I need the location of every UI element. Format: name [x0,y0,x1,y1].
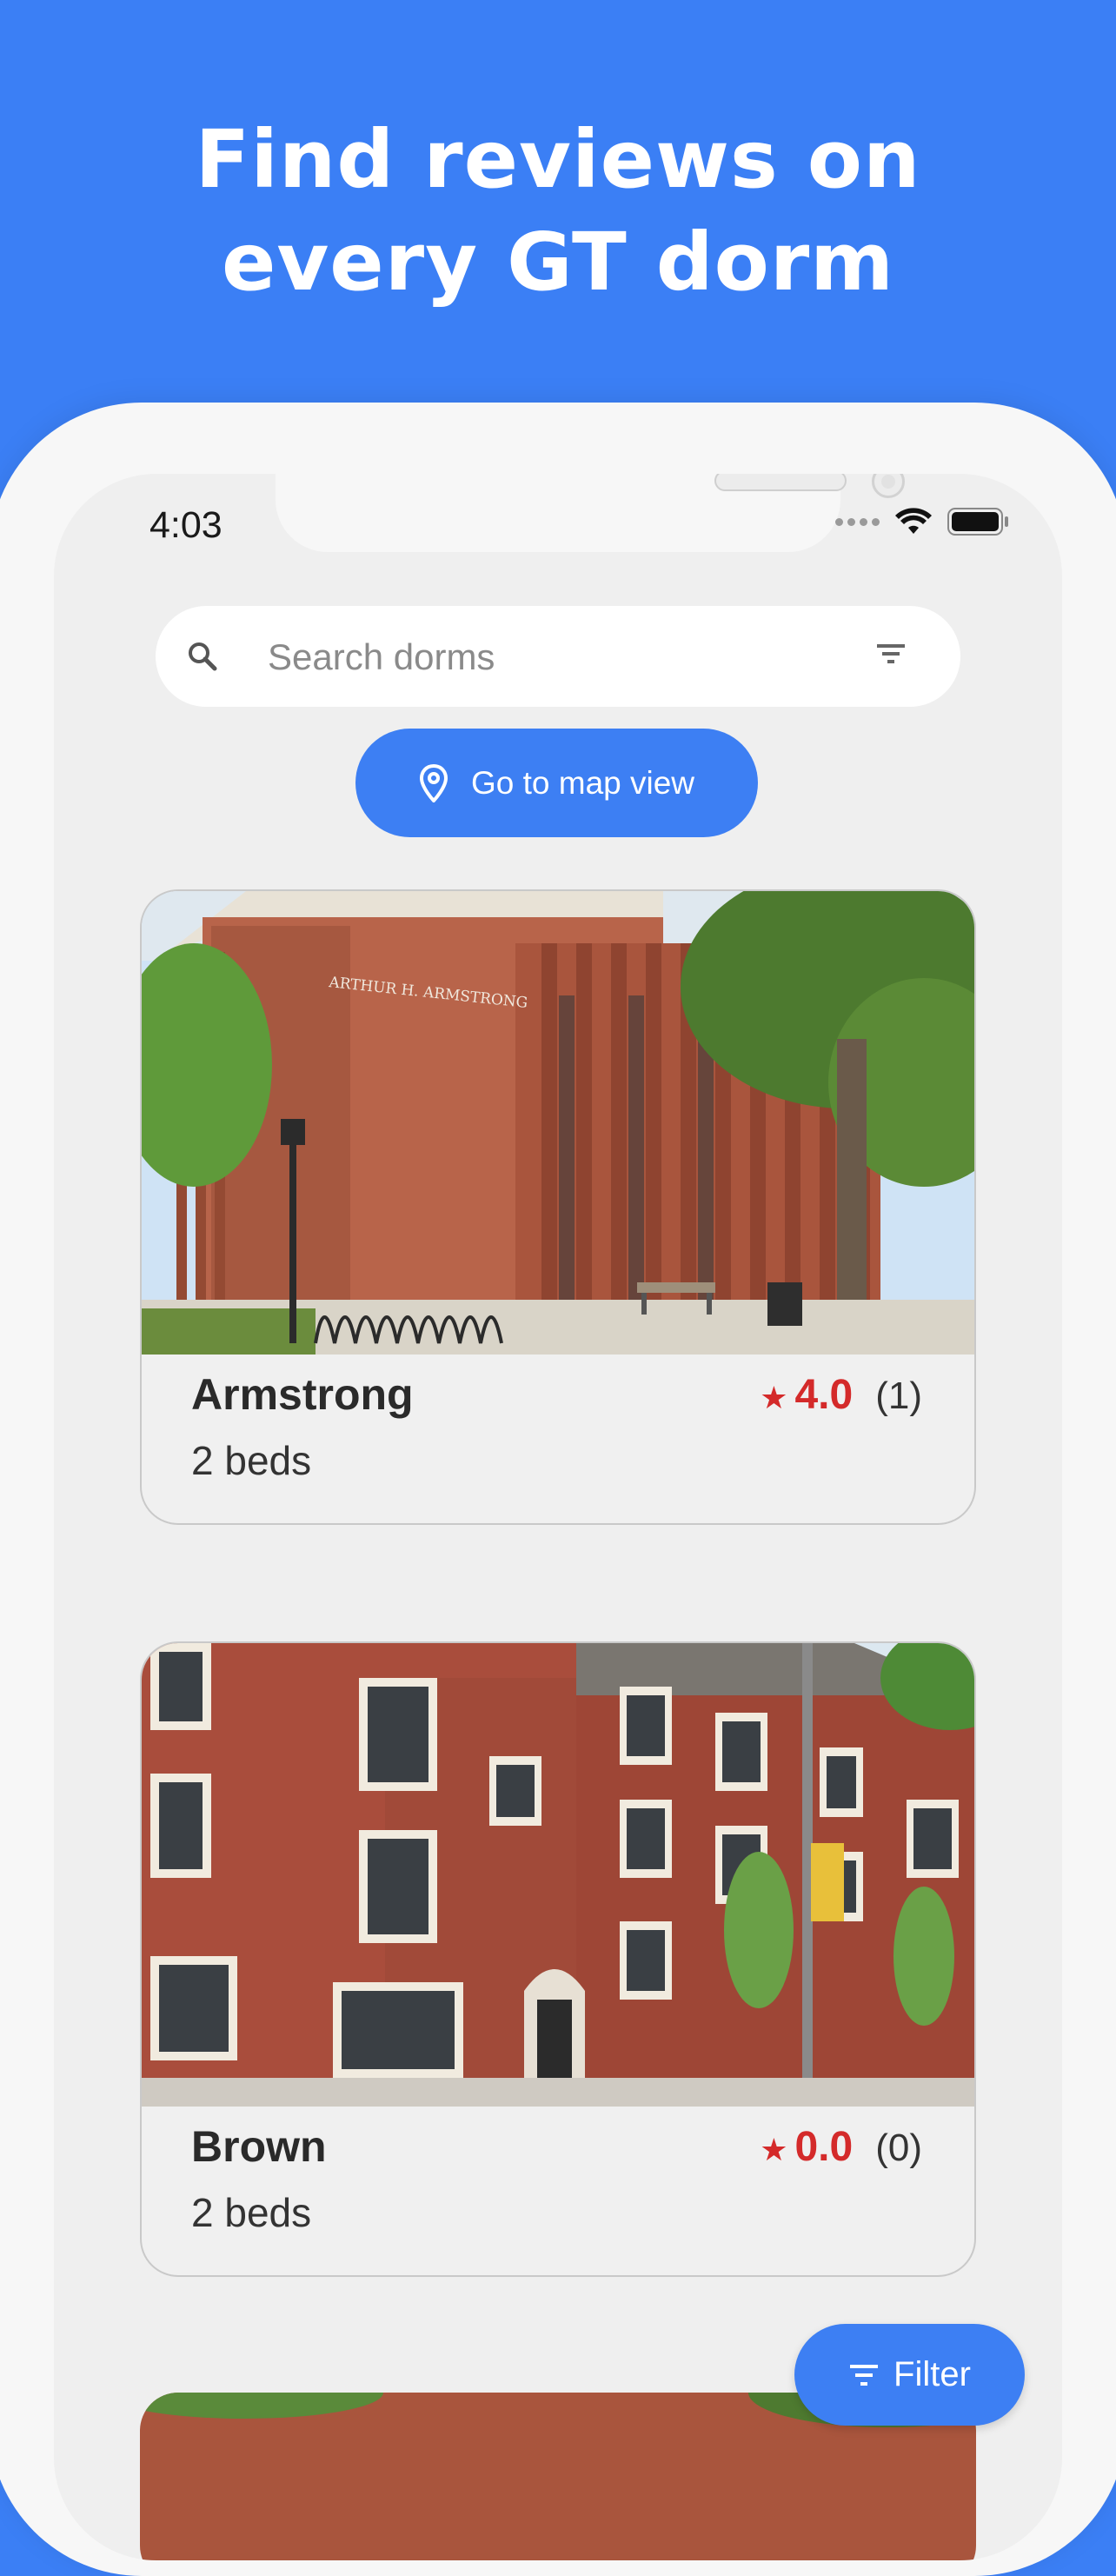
map-button-label: Go to map view [470,764,695,801]
dorm-photo-armstrong: ARTHUR H. ARMSTRONG [142,891,974,1355]
search-input[interactable] [266,629,834,686]
filter-button[interactable]: Filter [794,2324,1025,2426]
dorm-card-armstrong[interactable]: ARTHUR H. ARMSTRONG Armstrong ★ 4.0 (1) … [140,889,976,1525]
map-pin-icon [419,763,448,802]
headline-line-1: Find reviews on [195,113,921,206]
review-count: (1) [875,1375,922,1417]
dorm-rating: ★ 4.0 (1) [760,1371,922,1419]
headline-line-2: every GT dorm [221,216,895,309]
dorm-name: Armstrong [191,1370,414,1419]
headline: Find reviews on every GT dorm [0,109,1116,314]
rating-value: 4.0 [794,1372,854,1418]
star-icon: ★ [760,2132,788,2167]
front-camera [872,474,905,498]
star-icon: ★ [760,1380,788,1415]
dorm-name: Brown [191,2122,327,2171]
signal-icon [835,517,880,526]
status-time: 4:03 [149,504,223,546]
rating-value: 0.0 [794,2124,854,2170]
status-icons [835,507,1010,536]
notch [276,474,905,552]
search-icon [189,642,217,671]
dorm-rating: ★ 0.0 (0) [760,2123,922,2171]
dorm-card-brown[interactable]: Brown ★ 0.0 (0) 2 beds [140,1641,976,2277]
dorm-photo-brown [142,1643,974,2107]
filter-button-label: Filter [893,2355,971,2393]
go-to-map-view-button[interactable]: Go to map view [355,729,758,837]
wifi-icon [895,508,932,534]
filter-lines-icon [850,2364,879,2386]
review-count: (0) [875,2127,922,2169]
filter-lines-icon[interactable] [874,639,908,670]
dorm-beds: 2 beds [191,2190,312,2235]
search-bar[interactable] [156,606,960,707]
dorm-beds: 2 beds [191,1438,312,1483]
phone-screen: 4:03 Go to map v [54,474,1062,2560]
battery-icon [947,508,1008,536]
speaker-grille [714,474,847,491]
